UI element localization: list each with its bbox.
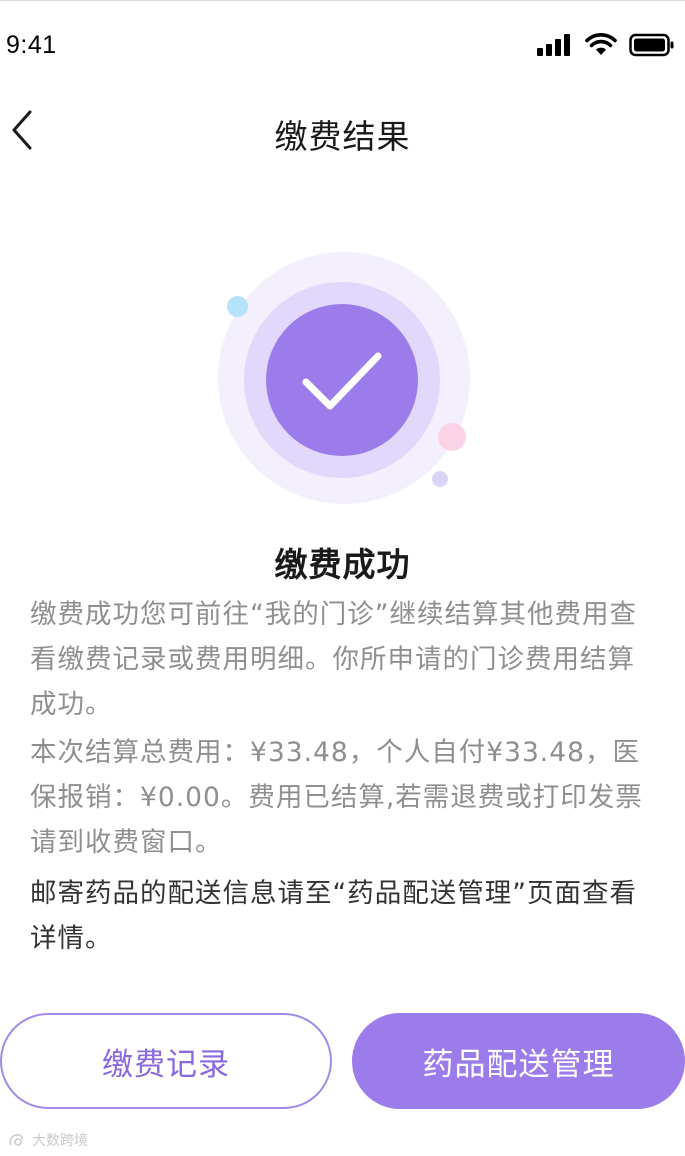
check-circle xyxy=(266,304,418,456)
result-title: 缴费成功 xyxy=(274,545,411,584)
status-bar: 9:41 xyxy=(0,0,685,88)
status-time: 9:41 xyxy=(6,31,57,59)
watermark: 大数跨境 xyxy=(8,1130,88,1150)
delivery-note: 邮寄药品的配送信息请至“药品配送管理”页面查看详情。 xyxy=(30,878,637,954)
cellular-signal-icon xyxy=(537,34,570,56)
payment-summary: 本次结算总费用：¥33.48，个人自付¥33.48，医保报销：¥0.00。费用已… xyxy=(30,737,643,858)
payment-records-button[interactable]: 缴费记录 xyxy=(0,1013,332,1109)
status-icons xyxy=(537,33,675,57)
wifi-icon xyxy=(585,33,617,55)
nav-bar: 缴费结果 xyxy=(0,92,685,176)
battery-icon xyxy=(629,33,674,57)
watermark-text: 大数跨境 xyxy=(32,1133,88,1149)
decor-dot-pink xyxy=(438,423,466,451)
watermark-logo-icon xyxy=(9,1134,23,1146)
success-illustration xyxy=(218,252,470,504)
decor-dot-blue xyxy=(227,296,248,317)
delivery-management-button[interactable]: 药品配送管理 xyxy=(352,1013,685,1109)
page-title: 缴费结果 xyxy=(274,117,411,156)
check-icon xyxy=(302,352,382,410)
result-message: 缴费成功您可前往“我的门诊”继续结算其他费用查看缴费记录或费用明细。你所申请的门… xyxy=(30,599,637,720)
decor-dot-purple xyxy=(432,471,448,487)
